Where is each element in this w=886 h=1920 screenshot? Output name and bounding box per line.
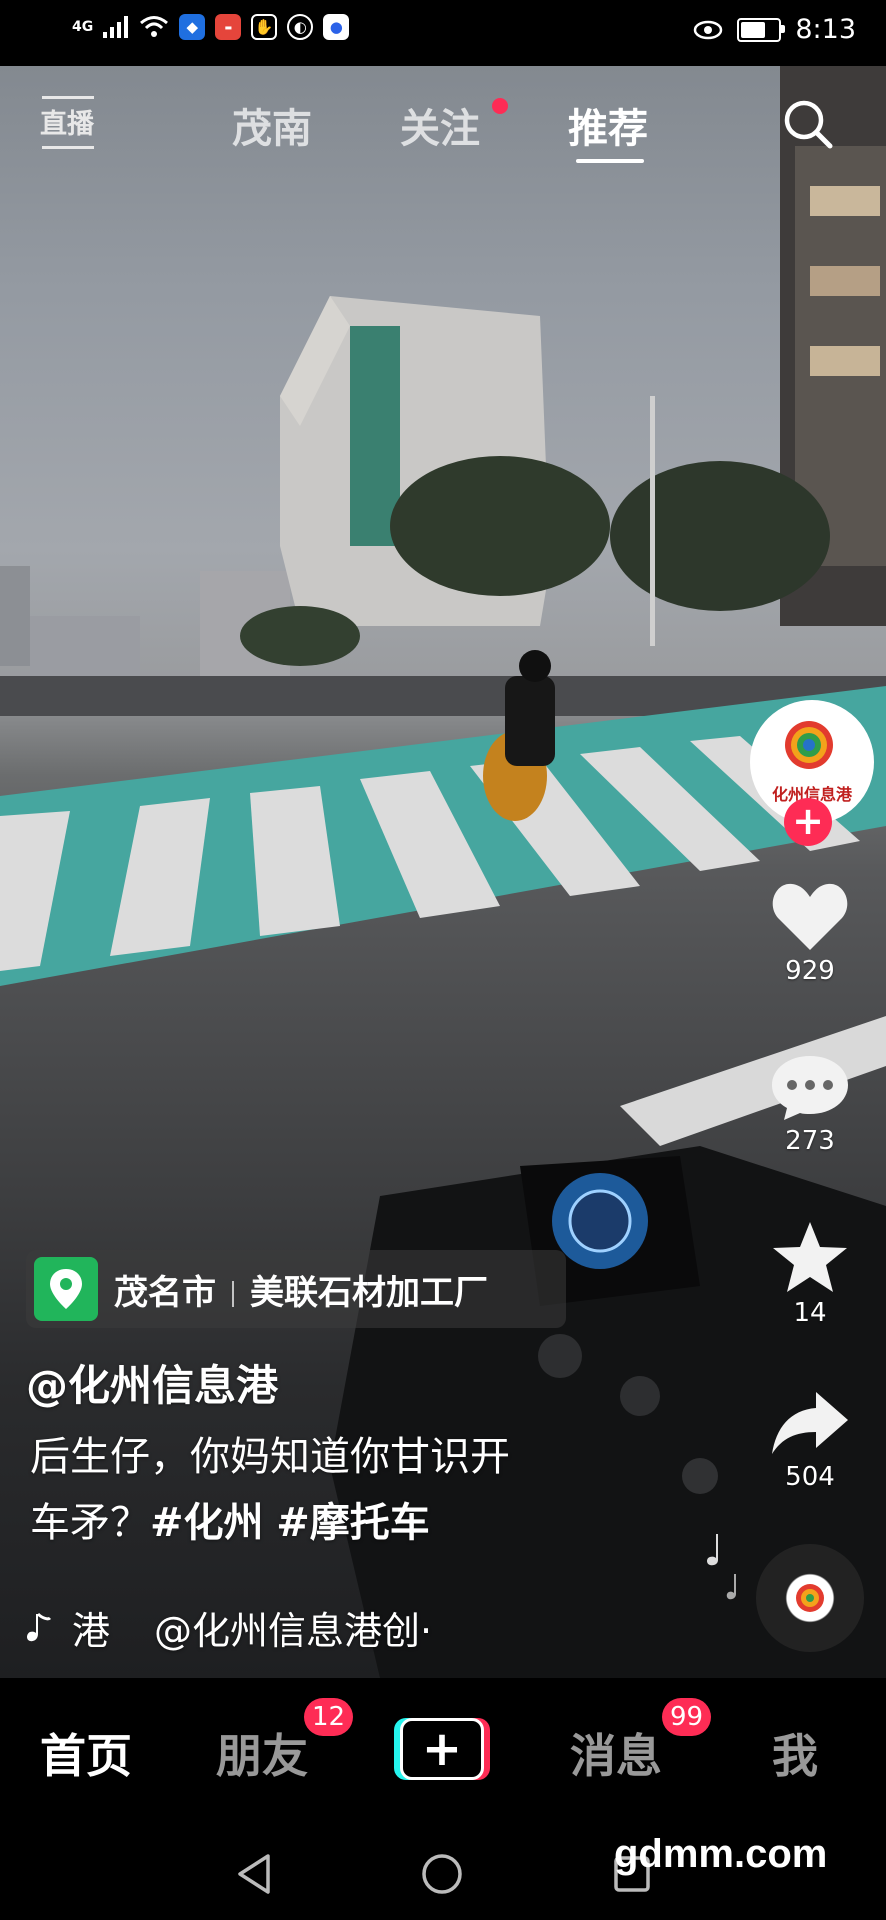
shield-app-icon: ◆ bbox=[179, 14, 206, 40]
hashtag-motorcycle[interactable]: #摩托车 bbox=[276, 1500, 430, 1546]
tab-following[interactable]: 关注 bbox=[400, 96, 480, 154]
battery-icon bbox=[737, 17, 786, 42]
heart-icon bbox=[772, 883, 848, 950]
share-arrow-icon bbox=[772, 1392, 848, 1454]
music-title: @化州信息港创· bbox=[154, 1609, 433, 1653]
live-button[interactable]: 直播 bbox=[40, 94, 96, 150]
music-disc[interactable] bbox=[756, 1544, 864, 1652]
location-city: 茂名市 bbox=[114, 1272, 216, 1313]
music-info[interactable]: 港 @化州信息港创· bbox=[26, 1600, 432, 1655]
caption-line-2-text: 车矛？ bbox=[30, 1500, 150, 1546]
bottom-navigation: 首页 朋友 12 + 消息 99 我 bbox=[0, 1678, 886, 1828]
hashtag-huazhou[interactable]: #化州 bbox=[150, 1500, 264, 1546]
location-chip[interactable]: 茂名市 美联石材加工厂 bbox=[26, 1250, 566, 1328]
tab-local[interactable]: 茂南 bbox=[232, 96, 312, 154]
author-handle[interactable]: @化州信息港 bbox=[26, 1352, 278, 1413]
signal-icon bbox=[103, 16, 129, 38]
follow-button[interactable]: + bbox=[784, 798, 832, 846]
nav-me[interactable]: 我 bbox=[772, 1720, 818, 1786]
location-place: 美联石材加工厂 bbox=[250, 1272, 488, 1313]
favorite-button[interactable]: 14 bbox=[740, 1220, 880, 1328]
search-icon[interactable] bbox=[780, 96, 836, 152]
favorite-count: 14 bbox=[793, 1298, 827, 1328]
nav-messages[interactable]: 消息 bbox=[570, 1720, 662, 1786]
share-button[interactable]: 504 bbox=[740, 1388, 880, 1492]
caption-line-2: 车矛？#化州 #摩托车 bbox=[30, 1490, 630, 1556]
star-icon bbox=[773, 1222, 847, 1292]
nav-friends[interactable]: 朋友 bbox=[216, 1720, 308, 1786]
comment-count: 273 bbox=[785, 1126, 835, 1156]
friends-badge: 12 bbox=[304, 1698, 354, 1736]
following-notification-dot bbox=[492, 98, 508, 114]
top-navigation: 直播 茂南 关注 推荐 bbox=[0, 66, 886, 176]
baidu-app-icon: ● bbox=[323, 14, 350, 40]
live-label: 直播 bbox=[40, 109, 94, 140]
location-pin-icon bbox=[34, 1257, 98, 1321]
clock: 8:13 bbox=[795, 14, 856, 45]
wifi-icon bbox=[140, 16, 169, 37]
eye-icon bbox=[694, 20, 723, 39]
nav-home[interactable]: 首页 bbox=[40, 1720, 132, 1786]
floating-notes-icon bbox=[707, 1534, 736, 1600]
location-text: 茂名市 美联石材加工厂 bbox=[114, 1265, 488, 1314]
plus-icon: + bbox=[421, 1721, 463, 1777]
network-type: 4G bbox=[72, 19, 94, 35]
music-note-icon bbox=[27, 1612, 52, 1641]
active-tab-indicator bbox=[576, 159, 644, 163]
watermark: gdmm.com bbox=[614, 1832, 828, 1876]
status-bar: 4G ◆ ▬ ✋ ◐ ● 8:13 bbox=[0, 0, 886, 66]
share-count: 504 bbox=[785, 1462, 835, 1492]
disc-logo-icon bbox=[796, 1584, 824, 1612]
like-button[interactable]: 929 bbox=[740, 880, 880, 986]
comment-icon bbox=[772, 1056, 848, 1120]
messages-badge: 99 bbox=[662, 1698, 712, 1736]
post-caption: 后生仔，你妈知道你甘识开 车矛？#化州 #摩托车 bbox=[30, 1424, 630, 1556]
caption-line-1: 后生仔，你妈知道你甘识开 bbox=[30, 1434, 510, 1480]
comment-button[interactable]: 273 bbox=[740, 1052, 880, 1156]
location-separator bbox=[232, 1281, 234, 1307]
hand-app-icon: ✋ bbox=[251, 14, 278, 40]
back-icon[interactable] bbox=[234, 1852, 274, 1896]
globe-app-icon: ◐ bbox=[287, 14, 314, 40]
create-button[interactable]: + bbox=[394, 1718, 490, 1780]
huawei-app-icon: ▬ bbox=[215, 14, 242, 40]
like-count: 929 bbox=[785, 956, 835, 986]
music-prefix: 港 bbox=[72, 1609, 111, 1653]
tab-recommended[interactable]: 推荐 bbox=[568, 96, 648, 154]
home-icon[interactable] bbox=[420, 1852, 464, 1896]
